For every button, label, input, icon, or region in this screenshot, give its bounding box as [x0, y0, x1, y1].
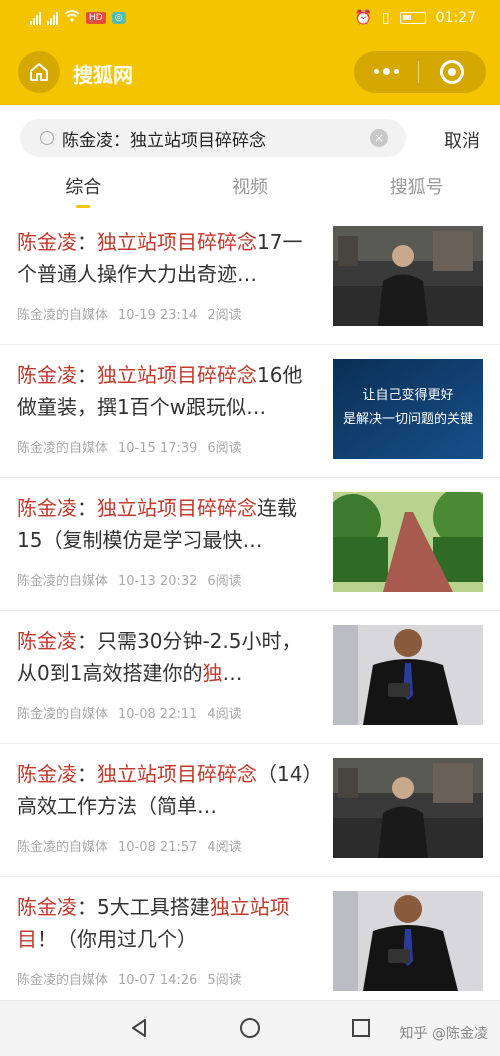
recents-icon[interactable]: [350, 1017, 372, 1039]
home-button[interactable]: [18, 51, 60, 93]
result-item[interactable]: 陈金凌：独立站项目碎碎念（14）高效工作方法（简单… 陈金凌的自媒体 10-08 …: [0, 744, 500, 877]
tab-video[interactable]: 视频: [167, 167, 334, 212]
wifi-icon: [64, 10, 80, 25]
result-title: 陈金凌：5大工具搭建独立站项目！（你用过几个）: [17, 895, 290, 951]
svg-text:让自己变得更好: 让自己变得更好: [362, 387, 453, 403]
result-item[interactable]: 陈金凌：独立站项目碎碎念连载15（复制模仿是学习最快… 陈金凌的自媒体 10-13…: [0, 478, 500, 611]
cancel-button[interactable]: 取消: [444, 127, 480, 153]
result-source: 陈金凌的自媒体: [17, 973, 109, 988]
clear-icon[interactable]: ×: [370, 129, 388, 147]
result-date: 10-07 14:26: [118, 973, 198, 988]
result-thumbnail: [333, 625, 483, 725]
result-thumbnail: 让自己变得更好 是解决一切问题的关键: [333, 359, 483, 459]
result-reads: 4阅读: [207, 840, 242, 855]
watermark: 知乎 @陈金凌: [399, 1026, 488, 1042]
status-bar: HD ◎ ⏰ ▯ 01:27: [0, 0, 500, 40]
result-title: 陈金凌：独立站项目碎碎念（14）高效工作方法（简单…: [17, 762, 313, 818]
result-title: 陈金凌：只需30分钟-2.5小时，从0到1高效搭建你的独…: [17, 629, 302, 685]
clock: 01:27: [435, 10, 476, 26]
dot-icon: [393, 69, 399, 74]
signal-icon: [30, 11, 41, 25]
result-date: 10-19 23:14: [118, 308, 198, 323]
result-thumbnail: [333, 758, 483, 858]
vibrate-icon: ▯: [381, 10, 390, 26]
result-source: 陈金凌的自媒体: [17, 308, 109, 323]
result-item[interactable]: 陈金凌：5大工具搭建独立站项目！（你用过几个） 陈金凌的自媒体 10-07 14:…: [0, 877, 500, 1010]
status-right: ⏰ ▯ 01:27: [354, 10, 476, 26]
tab-sohu-account[interactable]: 搜狐号: [333, 167, 500, 212]
result-item[interactable]: 陈金凌：独立站项目碎碎念16他做童装，撰1百个w跟玩似… 陈金凌的自媒体 10-1…: [0, 345, 500, 478]
result-source: 陈金凌的自媒体: [17, 840, 109, 855]
result-meta: 陈金凌的自媒体 10-08 21:57 4阅读: [17, 836, 252, 855]
result-thumbnail: [333, 891, 483, 991]
results-list: 陈金凌：独立站项目碎碎念17一个普通人操作大力出奇迹… 陈金凌的自媒体 10-19…: [0, 212, 500, 1010]
status-left: HD ◎: [30, 10, 126, 25]
result-date: 10-15 17:39: [118, 441, 198, 456]
dot-icon: [382, 68, 390, 75]
alarm-icon: ⏰: [354, 10, 372, 26]
result-date: 10-08 21:57: [118, 840, 198, 855]
result-item[interactable]: 陈金凌：独立站项目碎碎念17一个普通人操作大力出奇迹… 陈金凌的自媒体 10-19…: [0, 212, 500, 345]
result-meta: 陈金凌的自媒体 10-08 22:11 4阅读: [17, 703, 252, 722]
result-reads: 6阅读: [207, 441, 242, 456]
search-icon: [40, 131, 54, 145]
carrier-badge: HD: [86, 11, 106, 24]
result-item[interactable]: 陈金凌：只需30分钟-2.5小时，从0到1高效搭建你的独… 陈金凌的自媒体 10-…: [0, 611, 500, 744]
home-icon: [30, 63, 48, 81]
tab-label: 视频: [232, 177, 268, 198]
result-date: 10-08 22:11: [118, 707, 198, 722]
dot-icon: [373, 69, 379, 74]
tab-label: 综合: [65, 177, 102, 198]
result-reads: 4阅读: [207, 707, 242, 722]
result-thumbnail: [333, 492, 483, 592]
result-source: 陈金凌的自媒体: [17, 441, 109, 456]
result-source: 陈金凌的自媒体: [17, 707, 109, 722]
result-thumbnail: [333, 226, 483, 326]
result-title: 陈金凌：独立站项目碎碎念16他做童装，撰1百个w跟玩似…: [17, 363, 303, 419]
back-icon[interactable]: [128, 1017, 150, 1039]
result-meta: 陈金凌的自媒体 10-13 20:32 6阅读: [17, 570, 252, 589]
search-input[interactable]: 陈金凌：独立站项目碎碎念 ×: [20, 119, 406, 157]
active-tab-indicator: [76, 205, 91, 208]
result-title: 陈金凌：独立站项目碎碎念连载15（复制模仿是学习最快…: [17, 496, 297, 552]
search-row: 陈金凌：独立站项目碎碎念 × 取消: [0, 105, 500, 167]
more-options-button[interactable]: [354, 68, 418, 75]
close-mini-program-button[interactable]: [419, 60, 485, 84]
system-nav-bar: 知乎 @陈金凌: [0, 1000, 500, 1056]
target-icon: [440, 60, 464, 84]
mini-program-capsule: [354, 51, 486, 93]
result-meta: 陈金凌的自媒体 10-15 17:39 6阅读: [17, 437, 252, 456]
result-meta: 陈金凌的自媒体 10-19 23:14 2阅读: [17, 304, 252, 323]
tab-all[interactable]: 综合: [0, 167, 167, 212]
result-source: 陈金凌的自媒体: [17, 574, 109, 589]
svg-text:是解决一切问题的关键: 是解决一切问题的关键: [343, 411, 473, 427]
app-title: 搜狐网: [73, 63, 133, 87]
search-query: 陈金凌：独立站项目碎碎念: [62, 130, 266, 151]
home-nav-icon[interactable]: [239, 1017, 261, 1039]
result-title: 陈金凌：独立站项目碎碎念17一个普通人操作大力出奇迹…: [17, 230, 303, 286]
signal-icon-2: [47, 11, 58, 25]
app-notification-icon: ◎: [111, 11, 126, 24]
result-reads: 5阅读: [207, 973, 242, 988]
result-meta: 陈金凌的自媒体 10-07 14:26 5阅读: [17, 969, 252, 988]
app-header: 搜狐网: [0, 40, 500, 105]
tab-label: 搜狐号: [389, 177, 444, 198]
result-reads: 2阅读: [207, 308, 242, 323]
tab-bar: 综合 视频 搜狐号: [0, 167, 500, 212]
battery-icon: [399, 12, 426, 24]
result-reads: 6阅读: [207, 574, 242, 589]
result-date: 10-13 20:32: [118, 574, 198, 589]
